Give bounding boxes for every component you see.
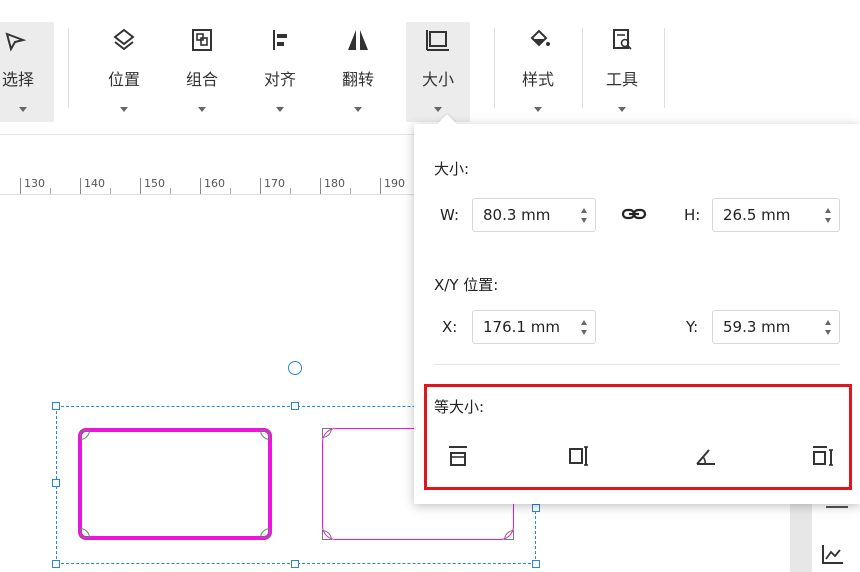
x-position-input[interactable]: 176.1 mm (472, 310, 596, 344)
spin-down-icon[interactable] (825, 330, 831, 335)
ruler-minor-tick (110, 188, 111, 194)
resize-handle-top[interactable] (291, 402, 299, 410)
chevron-down-icon (19, 107, 27, 112)
toolbar-select-button[interactable]: 选择 (0, 22, 54, 122)
chevron-down-icon (120, 107, 128, 112)
width-input[interactable]: 80.3 mm (472, 198, 596, 232)
corner-marker (260, 430, 270, 440)
corner-marker (80, 528, 90, 538)
x-position-value: 176.1 mm (483, 318, 560, 336)
rotate-handle[interactable] (288, 361, 302, 375)
chevron-down-icon (534, 107, 542, 112)
toolbar-divider (494, 28, 495, 108)
spin-down-icon[interactable] (825, 218, 831, 223)
sidebar-divider (826, 506, 848, 508)
rounded-rectangle-shape[interactable] (78, 428, 272, 540)
chevron-down-icon (618, 107, 626, 112)
height-label: H: (684, 206, 701, 224)
toolbar-divider (68, 28, 69, 108)
spin-up-icon[interactable] (581, 208, 587, 213)
highlight-box (424, 384, 852, 490)
select-pointer-icon (0, 22, 54, 58)
toolbar-align-button[interactable]: 对齐 (250, 22, 310, 122)
x-label: X: (442, 318, 458, 336)
toolbar-divider (664, 28, 665, 108)
resize-handle-bottom-right[interactable] (532, 560, 540, 568)
spin-up-icon[interactable] (825, 320, 831, 325)
ruler-baseline (0, 194, 420, 195)
corner-marker (260, 528, 270, 538)
corner-marker (322, 530, 332, 540)
chevron-down-icon (434, 107, 442, 112)
style-fill-icon (508, 22, 568, 58)
spin-up-icon[interactable] (581, 320, 587, 325)
toolbar-tools-button[interactable]: 工具 (592, 22, 652, 122)
size-section-title: 大小: (434, 160, 470, 178)
ruler-tick-label: 140 (80, 178, 105, 194)
y-position-value: 59.3 mm (723, 318, 791, 336)
ruler-tick-label: 170 (260, 178, 285, 194)
ruler-tick-label: 150 (140, 178, 165, 194)
y-position-input[interactable]: 59.3 mm (712, 310, 840, 344)
chevron-down-icon (198, 107, 206, 112)
link-icon[interactable] (620, 202, 648, 230)
resize-handle-bottom[interactable] (291, 560, 299, 568)
align-icon (250, 22, 310, 58)
toolbar-select-label: 选择 (1, 70, 34, 89)
ruler-tick-label: 130 (20, 178, 45, 194)
height-value: 26.5 mm (723, 206, 791, 224)
toolbar-style-label: 样式 (521, 70, 554, 89)
chevron-down-icon (354, 107, 362, 112)
ruler-tick-label: 190 (380, 178, 405, 194)
corner-marker (322, 428, 332, 438)
flip-icon (328, 22, 388, 58)
toolbar-divider (582, 28, 583, 108)
toolbar-size-button[interactable]: 大小 (406, 22, 470, 122)
width-value: 80.3 mm (483, 206, 551, 224)
toolbar: 选择 位置 组合 对齐 翻转 大小 样式 工具 (0, 0, 860, 135)
chart-icon[interactable] (820, 542, 846, 570)
toolbar-position-label: 位置 (107, 70, 140, 89)
horizontal-ruler: 130 140 150 160 170 180 190 (0, 178, 420, 202)
size-icon (406, 22, 470, 58)
ruler-tick-label: 180 (320, 178, 345, 194)
ruler-minor-tick (350, 188, 351, 194)
tools-icon (592, 22, 652, 58)
ruler-tick-label: 160 (200, 178, 225, 194)
group-icon (172, 22, 232, 58)
ruler-minor-tick (170, 188, 171, 194)
toolbar-position-button[interactable]: 位置 (94, 22, 154, 122)
corner-marker (80, 430, 90, 440)
toolbar-flip-label: 翻转 (341, 70, 374, 89)
resize-handle-bottom-left[interactable] (52, 560, 60, 568)
corner-marker (504, 530, 514, 540)
toolbar-group-button[interactable]: 组合 (172, 22, 232, 122)
width-label: W: (440, 206, 460, 224)
spin-down-icon[interactable] (581, 218, 587, 223)
toolbar-style-button[interactable]: 样式 (508, 22, 568, 122)
chevron-down-icon (276, 107, 284, 112)
height-input[interactable]: 26.5 mm (712, 198, 840, 232)
position-layers-icon (94, 22, 154, 58)
ruler-minor-tick (230, 188, 231, 194)
resize-handle-top-left[interactable] (52, 402, 60, 410)
ruler-minor-tick (290, 188, 291, 194)
toolbar-group-label: 组合 (185, 70, 218, 89)
position-section-title: X/Y 位置: (434, 276, 499, 294)
toolbar-flip-button[interactable]: 翻转 (328, 22, 388, 122)
y-label: Y: (686, 318, 699, 336)
spin-up-icon[interactable] (825, 208, 831, 213)
toolbar-align-label: 对齐 (263, 70, 296, 89)
panel-divider (434, 364, 840, 365)
toolbar-tools-label: 工具 (605, 70, 638, 89)
spin-down-icon[interactable] (581, 330, 587, 335)
toolbar-size-label: 大小 (421, 70, 454, 89)
ruler-minor-tick (50, 188, 51, 194)
resize-handle-left[interactable] (52, 479, 60, 487)
resize-handle-right[interactable] (532, 504, 540, 512)
